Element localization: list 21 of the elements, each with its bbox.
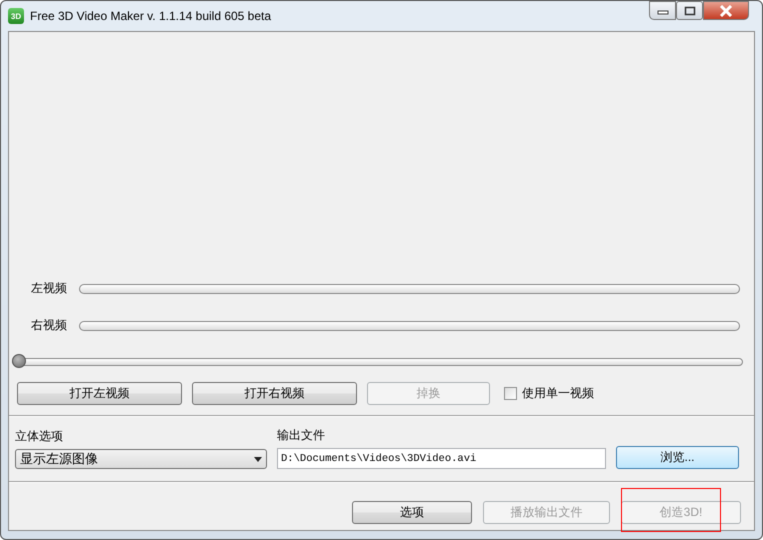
close-button[interactable] bbox=[703, 1, 749, 20]
video-button[interactable]: 打开左视频 bbox=[17, 382, 182, 405]
stereo-dropdown[interactable]: 显示左源图像 bbox=[15, 449, 267, 469]
track-label: 右视频 bbox=[30, 317, 67, 334]
app-icon: 3D bbox=[8, 8, 24, 24]
output-label: 输出文件 bbox=[277, 427, 326, 444]
caret-icon bbox=[254, 456, 262, 462]
options-button[interactable]: 选项 bbox=[352, 501, 472, 524]
checkbox-label: 使用单一视频 bbox=[522, 385, 594, 402]
minimize-button[interactable] bbox=[649, 1, 676, 20]
window-title: Free 3D Video Maker v. 1.1.14 build 605 beta bbox=[30, 9, 272, 23]
track-label: 左视频 bbox=[30, 280, 67, 297]
maximize-button[interactable] bbox=[676, 1, 703, 20]
video-button[interactable]: 打开右视频 bbox=[192, 382, 357, 405]
close-icon bbox=[719, 4, 733, 16]
single-video-checkbox[interactable] bbox=[504, 387, 517, 400]
browse-button[interactable]: 浏览... bbox=[616, 446, 739, 469]
stereo-label: 立体选项 bbox=[15, 428, 64, 445]
output-field[interactable]: D:\Documents\Videos\3DVideo.avi bbox=[277, 448, 606, 469]
maximize-icon bbox=[684, 6, 696, 16]
seek-slider[interactable] bbox=[12, 354, 743, 370]
